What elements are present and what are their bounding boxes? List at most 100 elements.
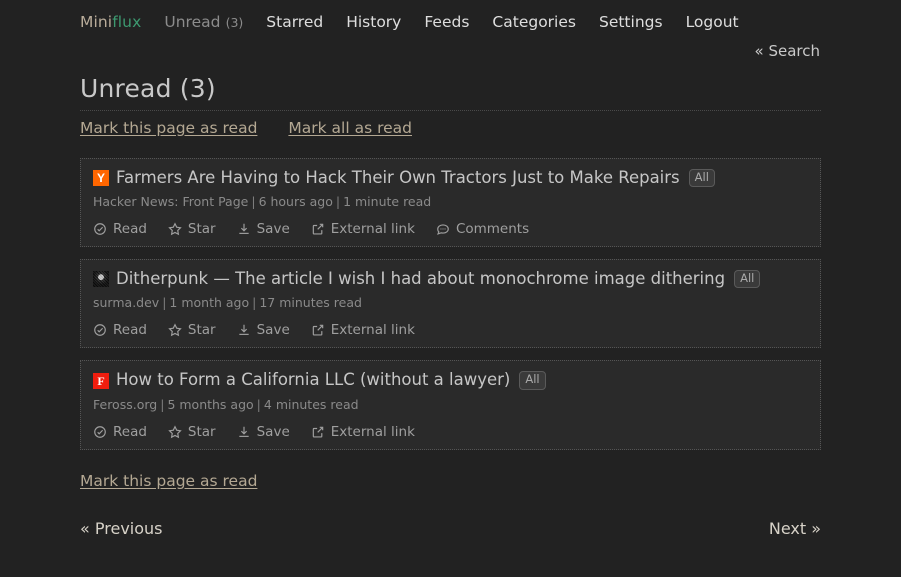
entry-meta: surma.dev | 1 month ago | 17 minutes read <box>93 295 808 310</box>
nav-link-starred[interactable]: Starred <box>266 13 323 31</box>
previous-page-link[interactable]: « Previous <box>80 519 163 538</box>
favicon-icon: F <box>93 372 109 389</box>
meta-separator: | <box>162 295 167 311</box>
entry-title-row: F How to Form a California LLC (without … <box>93 371 808 390</box>
nav-item-settings[interactable]: Settings <box>599 12 663 31</box>
action-label: Star <box>187 221 216 238</box>
action-label: External link <box>330 322 415 339</box>
action-label: Save <box>256 423 290 440</box>
entry-reading-time: 17 minutes read <box>259 295 362 311</box>
logo-text-flux: flux <box>112 13 142 31</box>
toggle-read-button[interactable]: Read <box>93 322 147 338</box>
entry-reading-time: 1 minute read <box>343 194 432 210</box>
toggle-read-button[interactable]: Read <box>93 424 147 440</box>
toggle-star-button[interactable]: Star <box>168 221 216 237</box>
nav-item-logout[interactable]: Logout <box>686 12 739 31</box>
meta-separator: | <box>252 295 257 311</box>
entry-feed-name: surma.dev <box>93 295 160 311</box>
action-label: Star <box>187 322 216 339</box>
entry-title-link[interactable]: Ditherpunk — The article I wish I had ab… <box>116 270 725 288</box>
nav-link-feeds[interactable]: Feeds <box>424 13 469 31</box>
comments-link[interactable]: Comments <box>436 221 529 237</box>
entry-meta: Hacker News: Front Page | 6 hours ago | 1 mi… <box>93 194 808 209</box>
next-page-link[interactable]: Next » <box>769 519 821 538</box>
action-label: Comments <box>455 221 530 238</box>
nav-item-feeds[interactable]: Feeds <box>424 12 469 31</box>
action-label: Save <box>256 322 290 339</box>
nav-item-logo[interactable]: Miniflux <box>80 12 141 31</box>
nav-link-unread[interactable]: Unread <box>164 13 220 31</box>
action-label: Read <box>113 322 147 339</box>
entry-meta: Feross.org | 5 months ago | 4 minutes read <box>93 397 808 412</box>
check-circle-icon <box>93 222 107 236</box>
star-icon <box>168 425 182 439</box>
meta-separator: | <box>335 194 341 210</box>
entry-age: 6 hours ago <box>258 194 333 210</box>
main-content: Unread (3) Mark this page as read Mark a… <box>0 74 821 538</box>
nav-link-logout[interactable]: Logout <box>686 13 739 31</box>
save-entry-button[interactable]: Save <box>237 322 290 338</box>
site-header: Miniflux Unread (3) Starred History Feed… <box>0 0 901 60</box>
external-link-icon <box>311 425 325 439</box>
entry-title-link[interactable]: How to Form a California LLC (without a … <box>116 371 510 389</box>
logo-link[interactable]: Miniflux <box>80 13 141 31</box>
download-icon <box>237 222 251 236</box>
entry-list: Y Farmers Are Having to Hack Their Own T… <box>80 158 821 450</box>
mark-page-as-read-link-bottom[interactable]: Mark this page as read <box>80 472 257 490</box>
mark-all-as-read-link[interactable]: Mark all as read <box>288 119 412 137</box>
comments-icon <box>436 222 450 236</box>
save-entry-button[interactable]: Save <box>237 221 290 237</box>
toggle-star-button[interactable]: Star <box>168 424 216 440</box>
nav-link-history[interactable]: History <box>346 13 401 31</box>
nav-link-categories[interactable]: Categories <box>492 13 576 31</box>
category-badge[interactable]: All <box>519 371 546 390</box>
star-icon <box>168 222 182 236</box>
logo-text-mini: Mini <box>80 13 113 31</box>
meta-separator: | <box>256 396 261 412</box>
entry-title-link[interactable]: Farmers Are Having to Hack Their Own Tra… <box>116 168 680 187</box>
entry-title-row: Ditherpunk — The article I wish I had ab… <box>93 270 808 289</box>
toggle-star-button[interactable]: Star <box>168 322 216 338</box>
save-entry-button[interactable]: Save <box>237 424 290 440</box>
nav-item-starred[interactable]: Starred <box>266 12 323 31</box>
main-navigation: Miniflux Unread (3) Starred History Feed… <box>80 12 901 31</box>
action-label: Save <box>256 221 290 238</box>
unread-count: (3) <box>225 15 244 30</box>
entry-actions: Read Star Save External link <box>93 424 808 440</box>
nav-link-settings[interactable]: Settings <box>599 13 663 31</box>
entry-age: 1 month ago <box>169 295 250 311</box>
nav-item-history[interactable]: History <box>346 12 401 31</box>
meta-separator: | <box>160 396 165 412</box>
check-circle-icon <box>93 425 107 439</box>
entry-reading-time: 4 minutes read <box>263 396 359 412</box>
action-label: Read <box>113 423 147 440</box>
bulk-actions-bottom: Mark this page as read <box>80 472 821 490</box>
nav-item-unread[interactable]: Unread (3) <box>164 12 243 31</box>
action-label: Star <box>187 423 216 440</box>
toggle-read-button[interactable]: Read <box>93 221 147 237</box>
download-icon <box>237 323 251 337</box>
entry-item[interactable]: Ditherpunk — The article I wish I had ab… <box>80 259 821 349</box>
search-link[interactable]: « Search <box>755 42 820 60</box>
nav-item-categories[interactable]: Categories <box>492 12 576 31</box>
action-label: External link <box>330 423 415 440</box>
entry-actions: Read Star Save External link <box>93 322 808 338</box>
action-label: Read <box>113 221 147 238</box>
entry-feed-name: Feross.org <box>93 396 158 412</box>
entry-age: 5 months ago <box>167 396 254 412</box>
entry-item[interactable]: F How to Form a California LLC (without … <box>80 360 821 450</box>
download-icon <box>237 425 251 439</box>
external-link-button[interactable]: External link <box>311 424 415 440</box>
external-link-button[interactable]: External link <box>311 322 415 338</box>
entry-feed-name: Hacker News: Front Page <box>93 194 249 210</box>
entry-actions: Read Star Save External link <box>93 221 808 237</box>
external-link-button[interactable]: External link <box>311 221 415 237</box>
bulk-actions-top: Mark this page as read Mark all as read <box>80 119 821 137</box>
meta-separator: | <box>251 194 256 210</box>
category-badge[interactable]: All <box>688 169 715 188</box>
external-link-icon <box>311 323 325 337</box>
action-label: External link <box>330 221 415 238</box>
category-badge[interactable]: All <box>734 270 761 289</box>
entry-item[interactable]: Y Farmers Are Having to Hack Their Own T… <box>80 158 821 248</box>
mark-page-as-read-link-top[interactable]: Mark this page as read <box>80 119 257 137</box>
